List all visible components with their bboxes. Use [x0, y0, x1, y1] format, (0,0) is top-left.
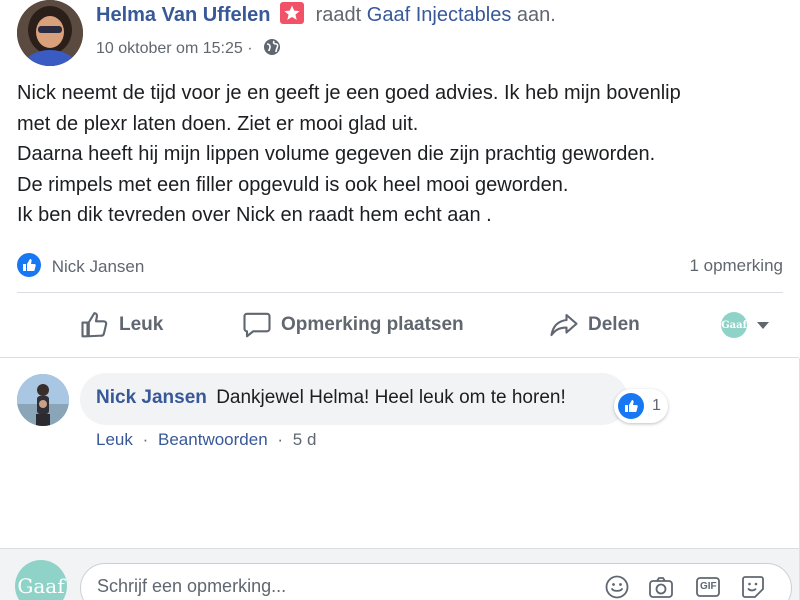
recommend-suffix: aan. — [516, 4, 556, 26]
comment-like-link[interactable]: Leuk — [96, 430, 133, 449]
camera-icon[interactable] — [648, 574, 674, 600]
sticker-icon[interactable] — [740, 574, 766, 600]
globe-icon[interactable] — [263, 38, 281, 56]
comment-input[interactable] — [97, 576, 577, 597]
post-meta: 10 oktober om 15:25 · — [96, 38, 281, 58]
comment-reaction-count[interactable]: 1 — [614, 389, 668, 423]
speech-bubble-icon — [243, 312, 271, 338]
separator: · — [277, 430, 284, 449]
separator: · — [142, 430, 149, 449]
chevron-down-icon — [757, 321, 769, 329]
emoji-icon[interactable] — [604, 574, 630, 600]
reactions-names[interactable]: Nick Jansen — [52, 257, 145, 276]
gif-icon[interactable]: GIF — [695, 574, 721, 600]
comment-actions: Leuk · Beantwoorden · 5 d — [96, 430, 316, 450]
like-label: Leuk — [119, 314, 164, 335]
like-reaction-icon — [618, 393, 644, 419]
comment-count[interactable]: 1 opmerking — [689, 256, 783, 276]
post-text-line: Nick neemt de tijd voor je en geeft je e… — [17, 82, 681, 104]
comment-text: Dankjewel Helma! Heel leuk om te horen! — [216, 387, 566, 408]
post-text-line: met de plexr laten doen. Ziet er mooi gl… — [17, 112, 419, 135]
author-name[interactable]: Helma Van Uffelen — [96, 4, 271, 26]
reaction-count: 1 — [652, 397, 661, 414]
gaaf-logo: Gaaf — [721, 312, 747, 338]
post-text-line: Daarna heeft hij mijn lippen volume gege… — [17, 143, 656, 165]
star-icon — [280, 2, 305, 24]
page-link[interactable]: Gaaf Injectables — [367, 4, 512, 26]
post-card: Helma Van Uffelen raadt Gaaf Injectables… — [0, 0, 800, 358]
gif-label: GIF — [700, 581, 717, 592]
post-timestamp[interactable]: 10 oktober om 15:25 — [96, 40, 243, 57]
share-label: Delen — [588, 314, 640, 335]
profile-switcher[interactable]: Gaaf — [721, 308, 769, 342]
meta-separator: · — [247, 40, 253, 57]
post-text-line: De rimpels met een filler opgevuld is oo… — [17, 173, 569, 196]
comment-button[interactable]: Opmerking plaatsen — [242, 308, 464, 342]
comment-age[interactable]: 5 d — [293, 430, 317, 449]
comment-composer[interactable] — [80, 563, 792, 600]
author-line: Helma Van Uffelen raadt Gaaf Injectables… — [96, 2, 556, 27]
divider — [17, 292, 783, 293]
share-button[interactable]: Delen — [549, 308, 640, 342]
comment-bubble: Nick Jansen Dankjewel Helma! Heel leuk o… — [80, 373, 628, 425]
author-avatar[interactable] — [17, 0, 83, 66]
like-reaction-icon — [17, 253, 41, 277]
post-text-line: Ik ben dik tevreden over Nick en raadt h… — [17, 204, 492, 226]
reactions-summary[interactable]: Nick Jansen — [17, 253, 144, 277]
share-arrow-icon — [550, 313, 578, 337]
recommend-verb: raadt — [315, 4, 362, 26]
post-text: Nick neemt de tijd voor je en geeft je e… — [17, 78, 787, 231]
comment-reply-link[interactable]: Beantwoorden — [158, 430, 268, 449]
comment-label: Opmerking plaatsen — [281, 314, 464, 335]
comment-author[interactable]: Nick Jansen — [96, 387, 207, 408]
commenter-avatar[interactable] — [17, 374, 69, 426]
like-button[interactable]: Leuk — [80, 308, 163, 342]
thumbs-up-icon — [81, 312, 108, 338]
